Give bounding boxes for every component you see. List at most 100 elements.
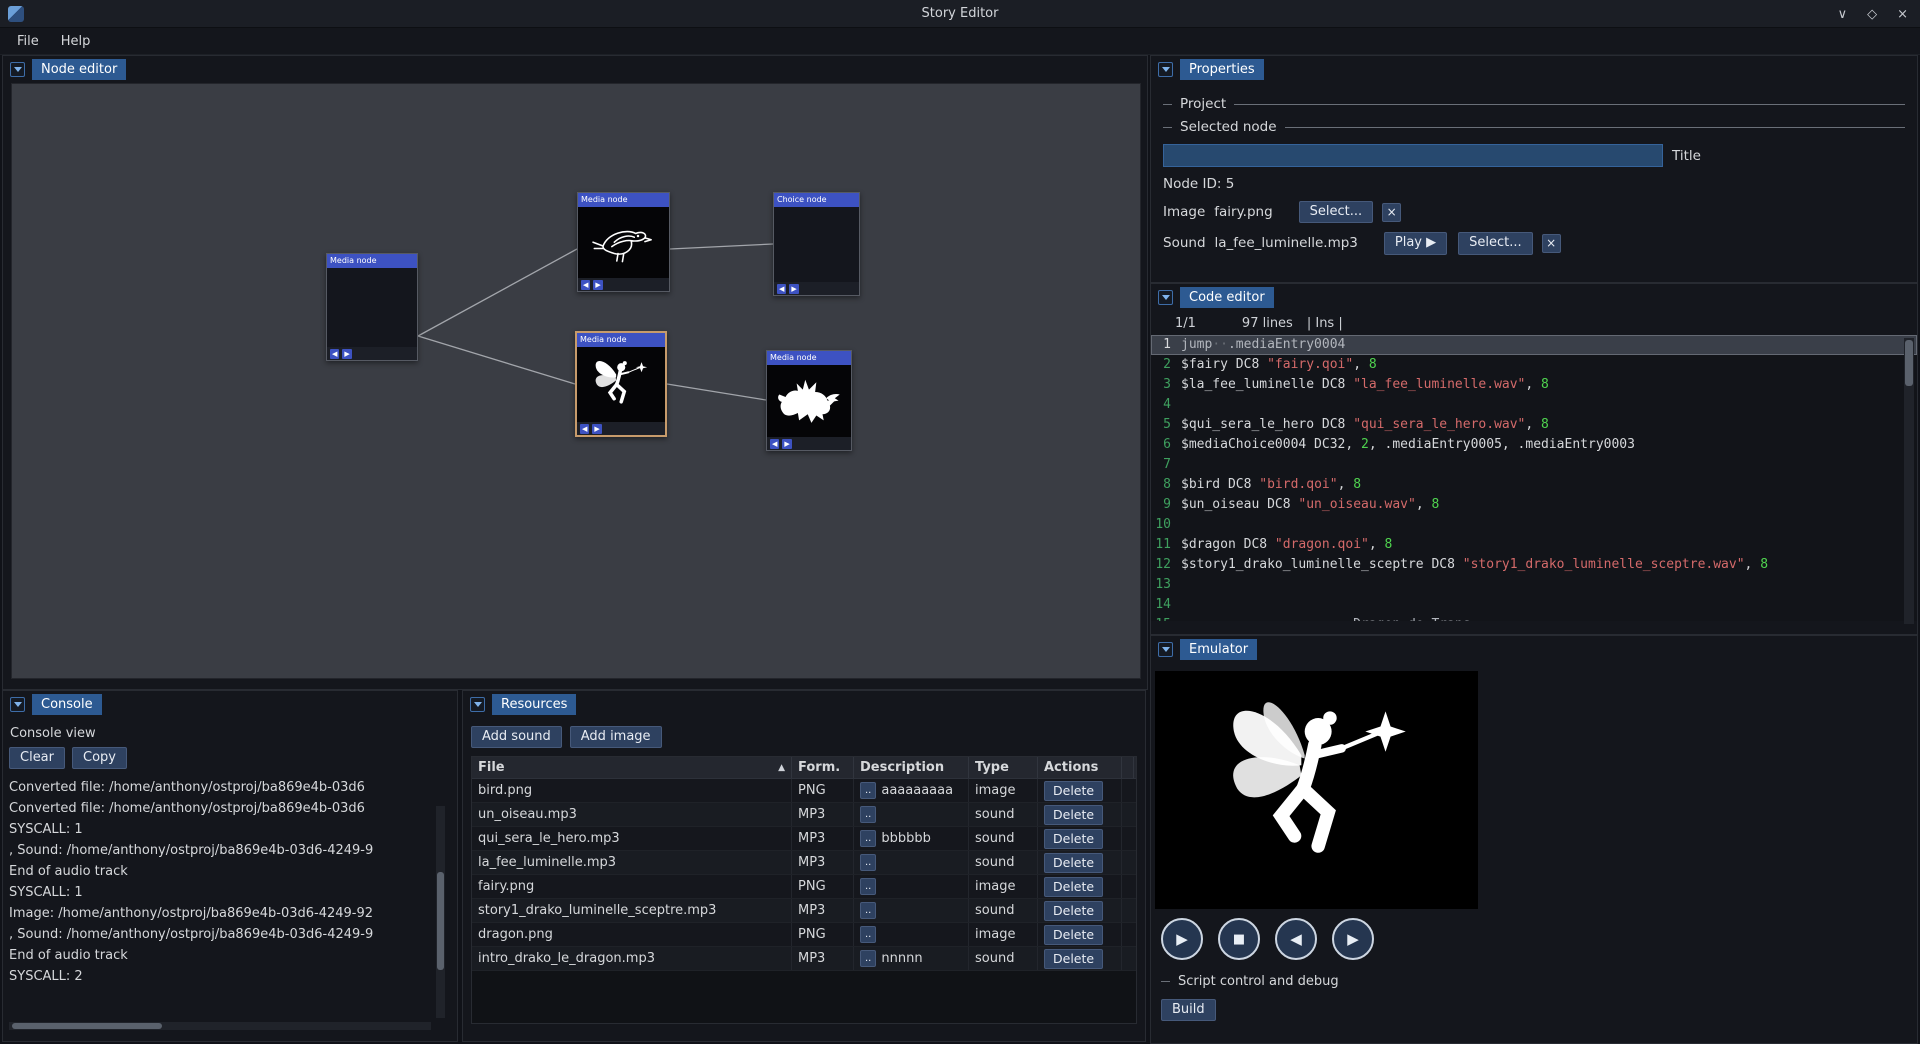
delete-button[interactable]: Delete	[1044, 877, 1103, 897]
line-count: 97 lines	[1242, 316, 1293, 331]
edit-description-button[interactable]: ..	[860, 950, 876, 967]
resource-description: nnnnn	[881, 951, 922, 966]
copy-button[interactable]: Copy	[72, 747, 127, 769]
delete-button[interactable]: Delete	[1044, 925, 1103, 945]
add-image-button[interactable]: Add image	[570, 726, 662, 748]
edit-description-button[interactable]: ..	[860, 902, 876, 919]
node-prev-icon[interactable]: ◀	[581, 280, 590, 290]
collapse-icon[interactable]	[1158, 642, 1173, 657]
node-prev-icon[interactable]: ◀	[580, 424, 589, 434]
node-footer: ◀▶	[578, 278, 669, 291]
node-next-icon[interactable]: ▶	[593, 280, 602, 290]
code-line: 9$un_oiseau DC8 "un_oiseau.wav", 8	[1151, 495, 1917, 515]
resource-row[interactable]: bird.pngPNG..aaaaaaaaaimageDelete	[472, 779, 1136, 803]
node-canvas[interactable]: Media node◀▶Media node◀▶Choice node◀▶Med…	[11, 83, 1141, 679]
collapse-icon[interactable]	[10, 62, 25, 77]
resource-type: image	[969, 779, 1038, 802]
resource-row[interactable]: intro_drako_le_dragon.mp3MP3..nnnnnsound…	[472, 947, 1136, 971]
play-sound-button[interactable]: Play ▶	[1384, 232, 1447, 254]
edit-description-button[interactable]: ..	[860, 854, 876, 871]
column-header-description[interactable]: Description	[854, 757, 969, 778]
console-vscrollbar-thumb[interactable]	[437, 872, 444, 970]
delete-button[interactable]: Delete	[1044, 853, 1103, 873]
next-button[interactable]: ▶	[1332, 918, 1374, 960]
prev-button[interactable]: ◀	[1275, 918, 1317, 960]
graph-node[interactable]: Media node ◀▶	[575, 331, 667, 437]
collapse-icon[interactable]	[1158, 62, 1173, 77]
node-prev-icon[interactable]: ◀	[330, 349, 339, 359]
console-log-line: Converted file: /home/anthony/ostproj/ba…	[9, 777, 433, 798]
clear-button[interactable]: Clear	[9, 747, 65, 769]
column-header-file[interactable]: File ▲	[472, 757, 792, 778]
emulator-screen	[1155, 671, 1478, 909]
resources-table: File ▲ Form. Description Type Actions bi…	[471, 756, 1137, 1024]
edit-description-button[interactable]: ..	[860, 878, 876, 895]
edit-description-button[interactable]: ..	[860, 782, 876, 799]
resource-file: bird.png	[472, 779, 792, 802]
graph-node[interactable]: Choice node ◀▶	[773, 192, 860, 296]
node-next-icon[interactable]: ▶	[592, 424, 601, 434]
sound-select-button[interactable]: Select...	[1458, 232, 1533, 254]
edit-description-button[interactable]: ..	[860, 830, 876, 847]
resource-row[interactable]: story1_drako_luminelle_sceptre.mp3MP3..s…	[472, 899, 1136, 923]
image-clear-button[interactable]: ×	[1382, 203, 1401, 222]
collapse-icon[interactable]	[470, 697, 485, 712]
resource-row[interactable]: la_fee_luminelle.mp3MP3..soundDelete	[472, 851, 1136, 875]
resource-row[interactable]: fairy.pngPNG..imageDelete	[472, 875, 1136, 899]
resource-row[interactable]: qui_sera_le_hero.mp3MP3..bbbbbbsoundDele…	[472, 827, 1136, 851]
resource-row[interactable]: un_oiseau.mp3MP3..soundDelete	[472, 803, 1136, 827]
node-prev-icon[interactable]: ◀	[777, 284, 786, 294]
resource-row[interactable]: dragon.pngPNG..imageDelete	[472, 923, 1136, 947]
code-line: 6$mediaChoice0004 DC32, 2, .mediaEntry00…	[1151, 435, 1917, 455]
console-hscrollbar-thumb[interactable]	[12, 1023, 162, 1029]
stop-button[interactable]: ■	[1218, 918, 1260, 960]
graph-node[interactable]: Media node ◀▶	[766, 350, 852, 451]
collapse-icon[interactable]	[10, 697, 25, 712]
graph-node[interactable]: Media node ◀▶	[326, 253, 418, 361]
code-vscrollbar-thumb[interactable]	[1905, 340, 1913, 386]
code-text-area[interactable]: 1jump··.mediaEntry00042$fairy DC8 "fairy…	[1151, 335, 1917, 621]
node-footer: ◀▶	[327, 347, 417, 360]
build-button[interactable]: Build	[1161, 999, 1216, 1021]
menu-file[interactable]: File	[6, 31, 50, 52]
console-log-line: , Sound: /home/anthony/ostproj/ba869e4b-…	[9, 840, 433, 861]
sound-clear-button[interactable]: ×	[1542, 234, 1561, 253]
node-title: Media node	[767, 351, 851, 365]
console-log[interactable]: Converted file: /home/anthony/ostproj/ba…	[9, 777, 433, 989]
menu-help[interactable]: Help	[50, 31, 102, 52]
graph-node[interactable]: Media node◀▶	[577, 192, 670, 292]
code-line: 4	[1151, 395, 1917, 415]
node-title: Media node	[327, 254, 417, 268]
add-sound-button[interactable]: Add sound	[471, 726, 562, 748]
edit-description-button[interactable]: ..	[860, 926, 876, 943]
node-next-icon[interactable]: ▶	[782, 439, 791, 449]
delete-button[interactable]: Delete	[1044, 805, 1103, 825]
menu-bar: File Help	[0, 28, 1920, 55]
delete-button[interactable]: Delete	[1044, 901, 1103, 921]
node-title: Media node	[577, 333, 665, 347]
minimize-icon[interactable]: ∨	[1838, 7, 1848, 22]
close-icon[interactable]: ×	[1897, 7, 1908, 22]
edit-description-button[interactable]: ..	[860, 806, 876, 823]
row-spacer	[1122, 803, 1134, 826]
delete-button[interactable]: Delete	[1044, 829, 1103, 849]
node-next-icon[interactable]: ▶	[342, 349, 351, 359]
delete-button[interactable]: Delete	[1044, 781, 1103, 801]
node-next-icon[interactable]: ▶	[789, 284, 798, 294]
delete-button[interactable]: Delete	[1044, 949, 1103, 969]
maximize-icon[interactable]: ◇	[1867, 7, 1877, 22]
collapse-icon[interactable]	[1158, 290, 1173, 305]
node-title: Choice node	[774, 193, 859, 207]
console-log-line: Converted file: /home/anthony/ostproj/ba…	[9, 798, 433, 819]
resource-file: fairy.png	[472, 875, 792, 898]
window-title: Story Editor	[0, 0, 1920, 28]
resource-format: PNG	[792, 923, 854, 946]
fairy-image	[1207, 681, 1426, 900]
node-prev-icon[interactable]: ◀	[770, 439, 779, 449]
column-header-actions[interactable]: Actions	[1038, 757, 1122, 778]
play-button[interactable]: ▶	[1161, 918, 1203, 960]
node-title-input[interactable]	[1163, 144, 1663, 167]
column-header-type[interactable]: Type	[969, 757, 1038, 778]
column-header-format[interactable]: Form.	[792, 757, 854, 778]
image-select-button[interactable]: Select...	[1299, 201, 1374, 223]
